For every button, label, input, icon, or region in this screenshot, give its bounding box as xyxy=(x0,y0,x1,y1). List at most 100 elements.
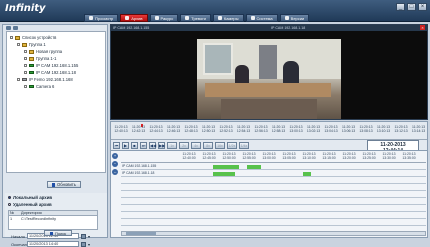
tick-label: 11:20:13 12:44:13 xyxy=(149,125,163,133)
recording-segment[interactable] xyxy=(303,172,311,176)
archive-icon xyxy=(125,16,130,20)
tree-node[interactable]: IP CAM 192.168.1.155 xyxy=(24,63,78,68)
tab-2[interactable]: Ракурс xyxy=(149,14,179,22)
maximize-button[interactable]: □ xyxy=(407,3,416,11)
tree-node[interactable]: Новая группа xyxy=(24,49,62,54)
window-controls: _ □ × xyxy=(396,3,427,11)
refresh-button[interactable]: Обновить xyxy=(47,181,81,188)
speed-button[interactable]: 1x xyxy=(167,142,177,149)
main-tabs: Просмотр Архив Ракурс Тревоги Камеры Система В… xyxy=(84,14,310,22)
tick-label: 11:20:13 12:56:13 xyxy=(254,125,268,133)
search-button[interactable]: Поиск xyxy=(44,230,73,236)
playback-control-3[interactable]: ⏭ xyxy=(140,142,147,149)
tree-node-label: Camera 6 xyxy=(36,84,55,89)
scroll-thumb[interactable] xyxy=(126,232,156,235)
title-bar: Infinity Просмотр Архив Ракурс Тревоги Камер… xyxy=(0,0,430,22)
video-header: IP CAM 192.168.1.155 IP CAM 192.168.1.18… xyxy=(111,25,427,31)
track-ruler[interactable]: 11:20:13 12:40:00 11:20:13 12:45:00 11:20:… xyxy=(121,152,426,163)
calendar-icon[interactable] xyxy=(81,241,86,247)
time-ruler[interactable]: 11:20:13 12:40:13 11:20:13 12:42:13 11:20:… xyxy=(111,124,427,140)
tab-label: Просмотр xyxy=(95,15,114,21)
checkbox-icon[interactable] xyxy=(24,50,27,53)
tree-node-label: Новая группа xyxy=(36,49,63,54)
video-viewport[interactable]: IP CAM 192.168.1.155 IP CAM 192.168.1.18… xyxy=(110,24,428,120)
zoom-in-icon[interactable]: + xyxy=(112,153,118,159)
checkbox-icon[interactable] xyxy=(17,78,20,81)
tab-4[interactable]: Камеры xyxy=(212,14,244,22)
speed-button[interactable]: 2x xyxy=(179,142,189,149)
tab-1[interactable]: Архив xyxy=(120,14,148,22)
track-row[interactable]: IP CAM 192.168.1.18 xyxy=(121,171,426,177)
checkbox-icon[interactable] xyxy=(24,71,27,74)
track-row xyxy=(121,185,426,191)
remote-archive-radio[interactable]: Удаленный архив xyxy=(8,202,52,207)
tree-node[interactable]: Группа 1-1 xyxy=(24,56,57,61)
folder-icon xyxy=(29,49,34,54)
playback-control-4[interactable]: ◀◀ xyxy=(149,142,156,149)
speed-button[interactable]: 1/4x xyxy=(239,142,249,149)
tab-label: Система xyxy=(256,15,273,21)
col-directory: Директория xyxy=(21,211,42,215)
camera-icon xyxy=(22,78,27,81)
tree-node-label: Группа 1 xyxy=(29,42,46,47)
end-label: Окончание xyxy=(11,241,32,247)
end-input[interactable]: 11/20/2013 14:40 xyxy=(27,241,79,247)
recording-segment[interactable] xyxy=(213,165,239,169)
timeline-scrollbar[interactable] xyxy=(121,231,426,236)
tick-label: 11:20:13 12:40:00 xyxy=(182,152,196,160)
chevron-down-icon[interactable]: ▾ xyxy=(88,234,91,239)
speed-button[interactable]: 16x xyxy=(215,142,225,149)
device-tree: Список устройств Группа 1 Новая группа Груп… xyxy=(6,31,106,173)
chevron-down-icon[interactable]: ▾ xyxy=(88,242,91,247)
playback-control-5[interactable]: ▶▶ xyxy=(158,142,165,149)
checkbox-icon[interactable] xyxy=(10,36,13,39)
tick-label: 11:20:13 12:55:00 xyxy=(242,152,256,160)
checkbox-icon[interactable] xyxy=(17,43,20,46)
zoom-fit-icon[interactable]: ↔ xyxy=(112,169,118,175)
playback-controls: ⏮ ▶ ■ ⏭ ◀◀ ▶▶ 1x 2x 4x 8x 16x 1/2x 1/4x xyxy=(113,142,249,149)
checkbox-icon[interactable] xyxy=(24,85,27,88)
tab-5[interactable]: Система xyxy=(245,14,278,22)
speed-button[interactable]: 8x xyxy=(203,142,213,149)
edit-icon[interactable] xyxy=(13,26,18,30)
tree-node[interactable]: Группа 1 xyxy=(17,42,46,47)
calendar-icon[interactable] xyxy=(81,233,86,239)
playback-control-2[interactable]: ■ xyxy=(131,142,138,149)
tab-0[interactable]: Просмотр xyxy=(84,14,119,22)
search-label: Поиск xyxy=(55,230,67,236)
row-number: 1 xyxy=(10,216,13,221)
tick-label: 11:20:13 13:20:00 xyxy=(342,152,356,160)
close-icon[interactable]: × xyxy=(420,25,425,30)
speed-button[interactable]: 4x xyxy=(191,142,201,149)
archive-table: № Директория 1 C:\TestRecordInfinity xyxy=(8,210,98,230)
tick-label: 11:20:13 13:06:13 xyxy=(341,125,356,133)
table-row[interactable]: 1 C:\TestRecordInfinity xyxy=(9,216,97,221)
speed-button[interactable]: 1/2x xyxy=(227,142,237,149)
tree-node-label: Группа 1-1 xyxy=(36,56,57,61)
minimize-button[interactable]: _ xyxy=(396,3,405,11)
track-row[interactable]: IP CAM 192.168.1.155 xyxy=(121,164,426,170)
local-archive-radio[interactable]: Локальный архив xyxy=(8,195,52,200)
tree-node[interactable]: IP CAM 192.168.1.18 xyxy=(24,70,76,75)
tree-node[interactable]: IP Femo 192.168.1.168 xyxy=(17,77,73,82)
checkbox-icon[interactable] xyxy=(24,64,27,67)
tree-node[interactable]: Список устройств xyxy=(10,35,56,40)
search-icon xyxy=(50,231,53,235)
tab-6[interactable]: Версии xyxy=(279,14,310,22)
checkbox-icon[interactable] xyxy=(24,57,27,60)
alarm-icon xyxy=(185,16,190,20)
add-icon[interactable] xyxy=(6,26,11,30)
tree-node[interactable]: Camera 6 xyxy=(24,84,54,89)
recording-segment[interactable] xyxy=(213,172,235,176)
close-button[interactable]: × xyxy=(418,3,427,11)
tick-label: 11:20:13 13:00:00 xyxy=(262,152,276,160)
playback-control-0[interactable]: ⏮ xyxy=(113,142,120,149)
refresh-label: Обновить xyxy=(57,182,76,187)
tab-label: Версии xyxy=(290,15,305,21)
row-directory: C:\TestRecordInfinity xyxy=(21,216,57,221)
recording-segment[interactable] xyxy=(247,165,261,169)
zoom-out-icon[interactable]: − xyxy=(112,161,118,167)
tab-3[interactable]: Тревоги xyxy=(180,14,211,22)
camera-feed[interactable] xyxy=(197,39,341,119)
playback-control-1[interactable]: ▶ xyxy=(122,142,129,149)
